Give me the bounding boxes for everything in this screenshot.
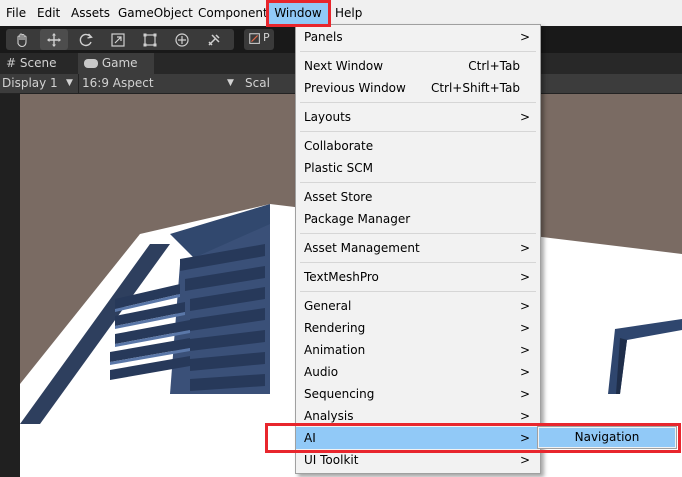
chevron-right-icon: > [519, 270, 530, 284]
menu-item-label: TextMeshPro [304, 270, 379, 284]
menu-item-collaborate[interactable]: Collaborate [296, 135, 540, 157]
viewport-left-edge [0, 94, 20, 477]
annotation-ai-navigation-highlight [265, 423, 681, 453]
chevron-right-icon: > [519, 299, 530, 313]
menu-item-animation[interactable]: Animation > [296, 339, 540, 361]
chevron-right-icon: > [519, 365, 530, 379]
menu-item-shortcut: Ctrl+Shift+Tab [430, 81, 520, 95]
menu-separator [300, 291, 536, 292]
pivot-icon [249, 33, 260, 44]
menu-item-package-manager[interactable]: Package Manager [296, 208, 540, 230]
chevron-right-icon: > [519, 241, 530, 255]
move-tool-button[interactable] [40, 29, 68, 50]
menu-item-asset-store[interactable]: Asset Store [296, 186, 540, 208]
divider [78, 74, 79, 93]
transform-tools [6, 29, 234, 50]
menu-item-audio[interactable]: Audio > [296, 361, 540, 383]
menu-item-label: Sequencing [304, 387, 375, 401]
annotation-window-highlight [266, 0, 331, 27]
chevron-right-icon: > [519, 343, 530, 357]
chevron-right-icon: > [519, 387, 530, 401]
menu-item-label: Previous Window [304, 81, 406, 95]
rect-icon [143, 33, 157, 46]
tab-scene-label: Scene [19, 56, 57, 70]
scale-tool-button[interactable] [104, 29, 132, 50]
menu-item-general[interactable]: General > [296, 295, 540, 317]
menu-item-label: Audio [304, 365, 339, 379]
menu-file[interactable]: File [6, 0, 26, 26]
menu-separator [300, 262, 536, 263]
menu-separator [300, 102, 536, 103]
menu-help[interactable]: Help [335, 0, 362, 26]
chevron-right-icon: > [519, 110, 530, 124]
menu-item-textmeshpro[interactable]: TextMeshPro > [296, 266, 540, 288]
menu-separator [300, 131, 536, 132]
hash-icon: # [6, 56, 17, 70]
scale-label: Scal [245, 76, 270, 90]
chevron-right-icon: > [519, 30, 530, 44]
menu-item-label: Collaborate [304, 139, 374, 153]
display-dropdown[interactable]: Display 1 [2, 74, 58, 93]
scale-icon [111, 32, 125, 47]
menu-component[interactable]: Component [198, 0, 268, 26]
window-menu: Panels > Next Window Ctrl+Tab Previous Win… [295, 24, 541, 474]
tab-game-label: Game [101, 56, 138, 70]
rect-tool-button[interactable] [136, 29, 164, 50]
menu-item-label: Plastic SCM [304, 161, 373, 175]
menu-item-plastic-scm[interactable]: Plastic SCM [296, 157, 540, 179]
menu-edit[interactable]: Edit [37, 0, 60, 26]
tools-icon [208, 33, 220, 46]
tab-scene[interactable]: # Scene [0, 53, 80, 74]
menu-item-label: Panels [304, 30, 343, 44]
menu-assets[interactable]: Assets [71, 0, 110, 26]
menu-item-previous-window[interactable]: Previous Window Ctrl+Shift+Tab [296, 77, 540, 99]
chevron-right-icon: > [519, 321, 530, 335]
pivot-label: P [263, 31, 270, 44]
menu-item-label: Next Window [304, 59, 384, 73]
menu-item-rendering[interactable]: Rendering > [296, 317, 540, 339]
menu-bar: File Edit Assets GameObject Component Wi… [0, 0, 682, 26]
pivot-toggle[interactable]: P [244, 29, 274, 50]
menu-item-label: Asset Store [304, 190, 373, 204]
menu-separator [300, 182, 536, 183]
menu-gameobject[interactable]: GameObject [118, 0, 193, 26]
menu-item-panels[interactable]: Panels > [296, 26, 540, 48]
rotate-tool-button[interactable] [72, 29, 100, 50]
menu-item-label: Animation [304, 343, 366, 357]
menu-item-label: Rendering [304, 321, 366, 335]
menu-separator [300, 233, 536, 234]
display-chevron-down-icon: ▼ [66, 78, 73, 88]
menu-item-shortcut: Ctrl+Tab [468, 59, 520, 73]
transform-icon [175, 32, 189, 47]
transform-tool-button[interactable] [168, 29, 196, 50]
gamepad-icon [84, 59, 98, 68]
aspect-chevron-down-icon: ▼ [227, 78, 234, 88]
menu-separator [300, 51, 536, 52]
custom-tool-button[interactable] [200, 29, 228, 50]
menu-item-asset-management[interactable]: Asset Management > [296, 237, 540, 259]
menu-item-label: Asset Management [304, 241, 420, 255]
menu-item-label: Layouts [304, 110, 352, 124]
menu-item-sequencing[interactable]: Sequencing > [296, 383, 540, 405]
hand-icon [17, 32, 27, 47]
menu-item-layouts[interactable]: Layouts > [296, 106, 540, 128]
rotate-icon [79, 33, 93, 46]
menu-item-label: Package Manager [304, 212, 411, 226]
hand-tool-button[interactable] [8, 29, 36, 50]
tab-game[interactable]: Game [78, 53, 154, 74]
menu-item-label: General [304, 299, 352, 313]
menu-item-next-window[interactable]: Next Window Ctrl+Tab [296, 55, 540, 77]
move-icon [47, 32, 61, 47]
aspect-dropdown[interactable]: 16:9 Aspect [82, 74, 154, 93]
